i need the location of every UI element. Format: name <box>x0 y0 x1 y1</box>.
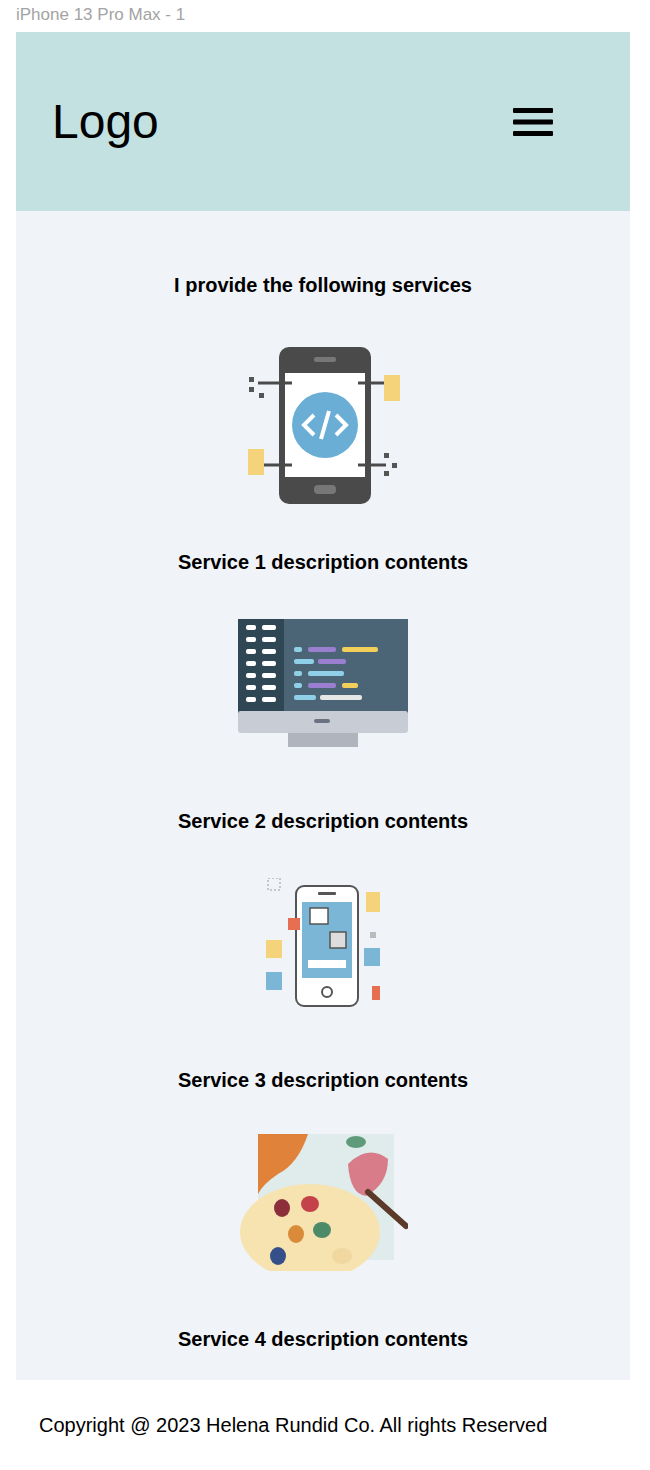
palette-icon <box>238 1134 408 1271</box>
frame-label: iPhone 13 Pro Max - 1 <box>0 0 650 32</box>
mobile-app-icon <box>266 878 381 1008</box>
footer: Copyright @ 2023 Helena Rundid Co. All r… <box>16 1380 630 1470</box>
logo[interactable]: Logo <box>52 93 159 151</box>
service-picture <box>233 604 413 764</box>
service-item: Service 1 description contents <box>16 345 630 574</box>
copyright: Copyright @ 2023 Helena Rundid Co. All r… <box>39 1414 547 1437</box>
service-item: Service 4 description contents <box>16 1122 630 1351</box>
page: iPhone 13 Pro Max - 1 Logo I provide the f… <box>0 0 650 1470</box>
service-description: Service 4 description contents <box>178 1327 468 1351</box>
menu-button[interactable] <box>512 105 554 139</box>
service-picture <box>233 1122 413 1282</box>
service-list: Service 1 description contents Service 2 … <box>16 345 630 1351</box>
service-item: Service 2 description contents <box>16 604 630 833</box>
service-description: Service 3 description contents <box>178 1068 468 1092</box>
header: Logo <box>16 32 630 211</box>
service-description: Service 1 description contents <box>178 550 468 574</box>
service-description: Service 2 description contents <box>178 809 468 833</box>
service-picture <box>233 345 413 505</box>
mobile-code-icon <box>246 347 401 504</box>
services-section: I provide the following services Service … <box>16 211 630 1380</box>
service-picture <box>233 863 413 1023</box>
services-heading: I provide the following services <box>174 273 472 297</box>
service-item: Service 3 description contents <box>16 863 630 1092</box>
hamburger-icon <box>513 106 553 138</box>
monitor-code-icon <box>238 619 408 749</box>
phone-frame: Logo I provide the following services Serv… <box>16 32 630 1470</box>
